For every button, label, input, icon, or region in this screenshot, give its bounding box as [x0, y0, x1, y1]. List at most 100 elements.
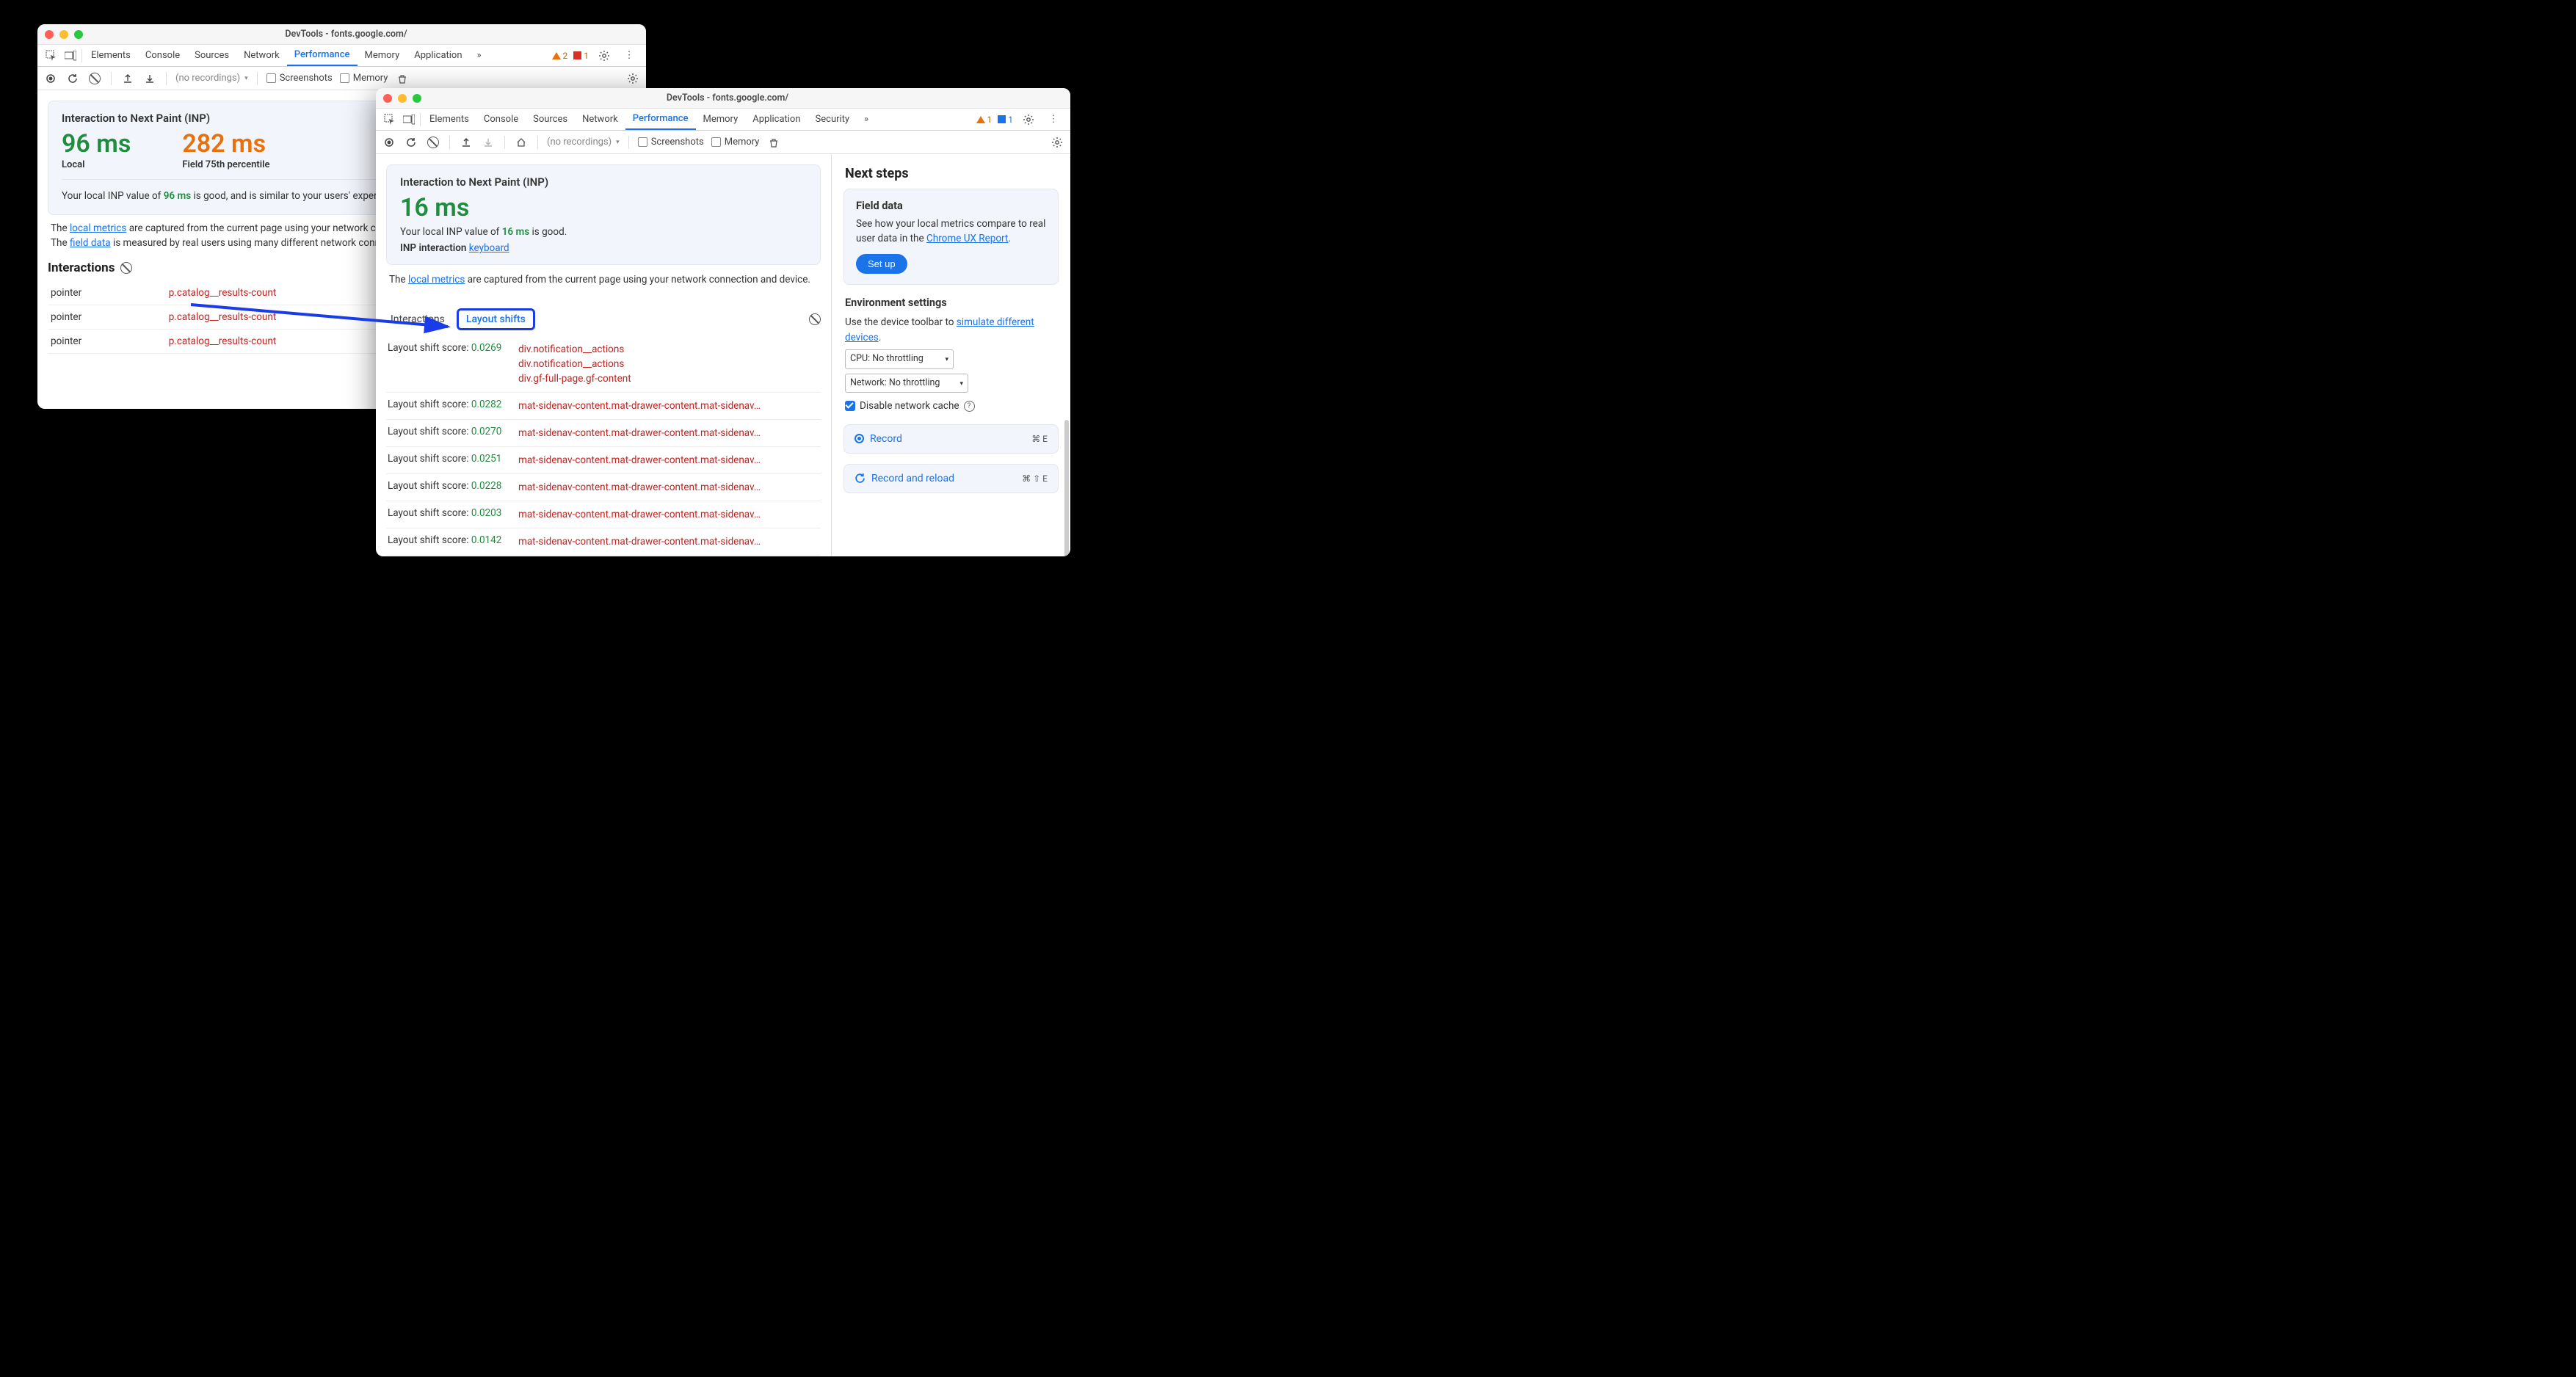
overflow-icon[interactable]: » [857, 114, 876, 125]
fullscreen-icon[interactable] [74, 30, 83, 39]
inp-interaction: INP interaction keyboard [400, 242, 807, 254]
inp-local-block: 96 ms Local [62, 131, 131, 170]
layout-shift-row[interactable]: Layout shift score: 0.0203 mat-sidenav-c… [386, 501, 821, 528]
clear-icon[interactable] [426, 137, 440, 148]
layout-shift-row[interactable]: Layout shift score: 0.0142 mat-sidenav-c… [386, 528, 821, 556]
settings-icon[interactable] [595, 50, 614, 62]
download-icon [481, 137, 496, 148]
traffic-lights [45, 30, 83, 39]
tab-network[interactable]: Network [575, 109, 625, 130]
fullscreen-icon[interactable] [413, 94, 421, 103]
gc-icon[interactable] [766, 137, 781, 148]
tab-performance[interactable]: Performance [625, 109, 696, 130]
record-action[interactable]: Record ⌘ E [843, 424, 1059, 454]
inspect-icon[interactable] [42, 50, 61, 62]
memory-checkbox[interactable]: Memory [340, 73, 388, 84]
warnings-badge[interactable]: 2 [552, 51, 568, 61]
checkbox-checked-icon [845, 401, 855, 411]
subtab-interactions[interactable]: Interactions [386, 310, 449, 328]
checkbox-icon [638, 137, 647, 147]
tab-console[interactable]: Console [138, 45, 187, 66]
layout-shift-row[interactable]: Layout shift score: 0.0270 mat-sidenav-c… [386, 420, 821, 447]
window-title: DevTools - fonts.google.com/ [429, 92, 1026, 103]
more-icon[interactable]: ⋮ [1044, 114, 1063, 125]
info-icon [998, 115, 1006, 123]
tab-application[interactable]: Application [745, 109, 808, 130]
device-toolbar-icon[interactable] [399, 115, 418, 125]
layout-shift-row[interactable]: Layout shift score: 0.0228 mat-sidenav-c… [386, 474, 821, 501]
settings-icon[interactable] [1019, 114, 1038, 126]
info-badge[interactable]: 1 [998, 115, 1013, 125]
traffic-lights [383, 94, 421, 103]
reload-icon[interactable] [65, 73, 80, 84]
warnings-badge[interactable]: 1 [976, 115, 993, 125]
local-metrics-link[interactable]: local metrics [70, 222, 126, 234]
field-data-link[interactable]: field data [70, 237, 111, 249]
minimize-icon[interactable] [398, 94, 407, 103]
panel-settings-icon[interactable] [1050, 137, 1064, 148]
more-icon[interactable]: ⋮ [620, 50, 639, 61]
tab-sources[interactable]: Sources [187, 45, 236, 66]
inp-field-value: 282 ms [182, 131, 269, 158]
performance-toolbar: (no recordings) Screenshots Memory [376, 131, 1070, 154]
cpu-throttling-select[interactable]: CPU: No throttling [845, 349, 954, 369]
tab-memory[interactable]: Memory [696, 109, 746, 130]
device-toolbar-icon[interactable] [61, 51, 80, 61]
close-icon[interactable] [45, 30, 54, 39]
disable-cache-checkbox[interactable]: Disable network cache ? [845, 399, 1057, 413]
setup-button[interactable]: Set up [856, 254, 907, 274]
minimize-icon[interactable] [59, 30, 68, 39]
record-icon[interactable] [43, 73, 58, 84]
errors-badge[interactable]: 1 [573, 51, 589, 61]
memory-checkbox[interactable]: Memory [711, 137, 760, 148]
performance-toolbar: (no recordings) Screenshots Memory [37, 67, 646, 90]
inp-local-value: 96 ms [62, 131, 131, 158]
download-icon[interactable] [142, 73, 157, 84]
recordings-dropdown[interactable]: (no recordings) [175, 73, 248, 84]
close-icon[interactable] [383, 94, 392, 103]
reload-icon [855, 473, 866, 484]
tab-elements[interactable]: Elements [422, 109, 476, 130]
tab-application[interactable]: Application [407, 45, 469, 66]
tab-elements[interactable]: Elements [84, 45, 138, 66]
inp-interaction-link[interactable]: keyboard [469, 242, 509, 254]
error-icon [573, 51, 581, 59]
tab-security[interactable]: Security [808, 109, 857, 130]
panel-settings-icon[interactable] [625, 73, 640, 84]
next-steps-pane: Next steps Field data See how your local… [832, 154, 1070, 556]
home-icon[interactable] [514, 137, 529, 148]
help-icon[interactable]: ? [964, 401, 975, 412]
local-metrics-link[interactable]: local metrics [408, 274, 465, 286]
tab-performance[interactable]: Performance [287, 45, 358, 66]
layout-shift-list: Layout shift score: 0.0269 div.notificat… [386, 336, 821, 556]
checkbox-icon [340, 73, 349, 83]
tab-network[interactable]: Network [236, 45, 287, 66]
record-reload-action[interactable]: Record and reload ⌘ ⇧ E [843, 464, 1059, 493]
network-throttling-select[interactable]: Network: No throttling [845, 374, 968, 393]
record-reload-shortcut: ⌘ ⇧ E [1022, 473, 1048, 484]
clear-icon[interactable] [87, 73, 102, 84]
tab-sources[interactable]: Sources [526, 109, 575, 130]
layout-shift-row[interactable]: Layout shift score: 0.0269 div.notificat… [386, 336, 821, 393]
reload-icon[interactable] [404, 137, 418, 148]
overflow-icon[interactable]: » [470, 50, 489, 61]
record-icon[interactable] [382, 137, 396, 148]
checkbox-icon [711, 137, 721, 147]
upload-icon[interactable] [120, 73, 135, 84]
screenshots-checkbox[interactable]: Screenshots [266, 73, 333, 84]
gc-icon[interactable] [395, 73, 410, 84]
screenshots-checkbox[interactable]: Screenshots [638, 137, 704, 148]
record-dot-icon [855, 434, 864, 443]
recordings-dropdown[interactable]: (no recordings) [547, 137, 620, 148]
clear-interactions-icon[interactable] [120, 262, 132, 274]
crux-link[interactable]: Chrome UX Report [926, 233, 1008, 244]
layout-shift-row[interactable]: Layout shift score: 0.0251 mat-sidenav-c… [386, 447, 821, 474]
subtab-layout-shifts[interactable]: Layout shifts [457, 308, 535, 330]
inspect-icon[interactable] [380, 114, 399, 126]
clear-list-icon[interactable] [809, 313, 821, 325]
layout-shift-row[interactable]: Layout shift score: 0.0282 mat-sidenav-c… [386, 393, 821, 420]
upload-icon[interactable] [459, 137, 474, 148]
tab-console[interactable]: Console [476, 109, 526, 130]
window-title: DevTools - fonts.google.com/ [90, 29, 602, 40]
tab-memory[interactable]: Memory [358, 45, 407, 66]
